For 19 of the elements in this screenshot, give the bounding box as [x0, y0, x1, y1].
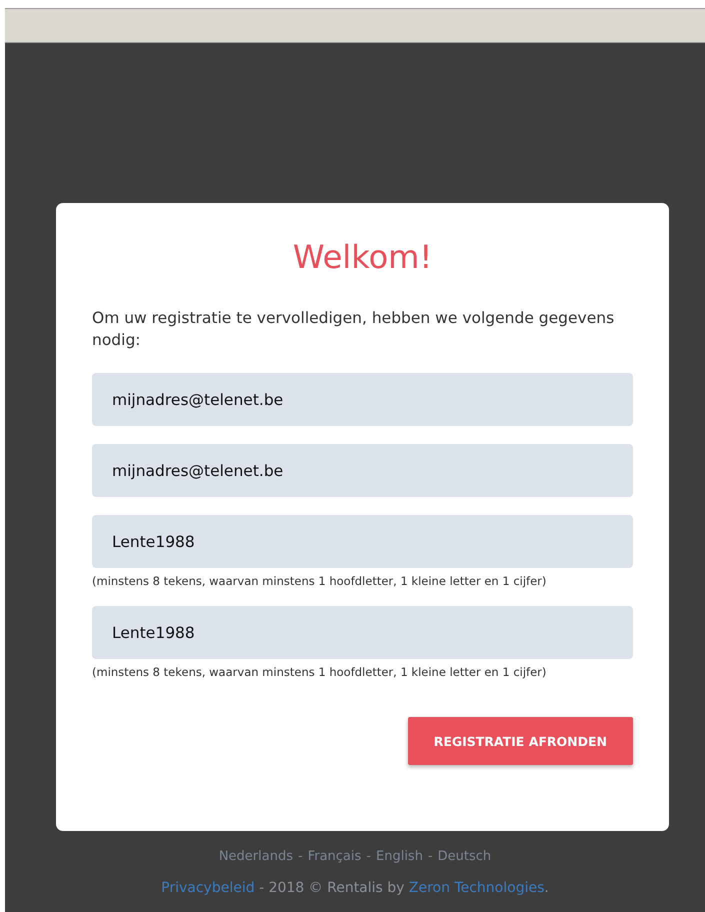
copyright-text: Privacybeleid - 2018 © Rentalis by Zeron Technologies. — [160, 880, 550, 896]
separator: - — [428, 849, 433, 864]
hint-text: (minstens 8 tekens, waarvan minstens 1 hoofdletter, 1 kleine letter en 1 cijfer) — [92, 665, 548, 679]
intro-text: Om uw registratie te vervolledigen, hebben we volgende gegevens nodig: — [92, 308, 616, 351]
footer-link[interactable]: Privacybeleid — [161, 880, 255, 896]
separator: - — [298, 849, 303, 864]
language-link[interactable]: English — [376, 849, 423, 864]
input-field[interactable]: Lente1988 — [92, 606, 633, 659]
footer-link[interactable]: Zeron Technologies — [408, 880, 544, 896]
separator: - — [366, 849, 371, 864]
welcome-title: Welkom! — [292, 237, 434, 277]
input-field[interactable]: mijnadres@telenet.be — [92, 444, 633, 497]
hint-text: (minstens 8 tekens, waarvan minstens 1 hoofdletter, 1 kleine letter en 1 cijfer) — [92, 574, 548, 588]
input-field[interactable]: mijnadres@telenet.be — [92, 373, 633, 426]
submit-button[interactable]: REGISTRATIE AFRONDEN — [408, 717, 633, 765]
language-link[interactable]: Nederlands — [218, 849, 293, 864]
input-field[interactable]: Lente1988 — [92, 515, 633, 568]
language-link[interactable]: Français — [308, 849, 362, 864]
language-link[interactable]: Deutsch — [438, 849, 492, 864]
